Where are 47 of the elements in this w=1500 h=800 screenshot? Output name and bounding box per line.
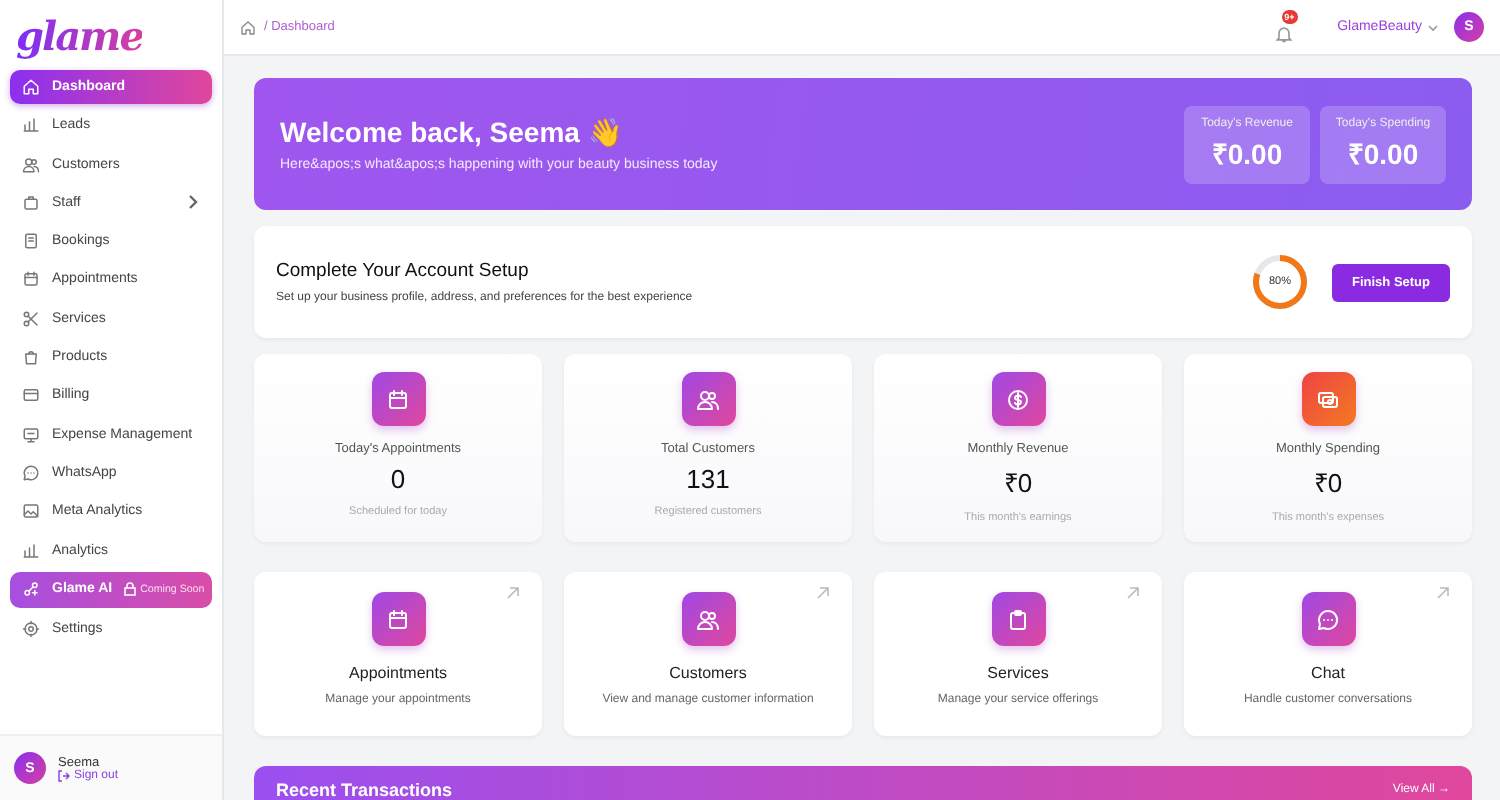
briefcase-icon bbox=[22, 193, 40, 212]
book-icon bbox=[22, 232, 40, 251]
metric-value: ₹0.00 bbox=[1211, 135, 1283, 171]
credit-card-icon bbox=[22, 386, 40, 405]
shortcut-title: Chat bbox=[1311, 664, 1345, 682]
chevron-right-icon bbox=[188, 194, 200, 211]
shortcut-title: Services bbox=[987, 664, 1049, 682]
setup-title: Complete Your Account Setup bbox=[276, 260, 531, 282]
transactions-title: Recent Transactions bbox=[276, 780, 453, 800]
lock-icon bbox=[124, 582, 137, 597]
shortcut-title: Appointments bbox=[349, 664, 447, 682]
chat-bubble-icon bbox=[1316, 607, 1340, 631]
picture-icon bbox=[22, 502, 40, 521]
nodes-icon bbox=[22, 580, 40, 599]
home-icon bbox=[240, 19, 256, 35]
stat-value: ₹0 bbox=[1003, 466, 1033, 500]
calendar-icon bbox=[386, 387, 410, 411]
people-icon bbox=[696, 387, 720, 411]
sign-out-icon bbox=[58, 769, 70, 781]
coin-icon bbox=[1006, 387, 1030, 411]
arrow-up-right-icon bbox=[1436, 586, 1450, 600]
arrow-up-right-icon bbox=[1126, 586, 1140, 600]
welcome-title: Welcome back, Seema 👋 bbox=[280, 116, 624, 148]
calendar-icon bbox=[386, 607, 410, 631]
calendar-icon bbox=[22, 270, 40, 289]
shortcut-title: Customers bbox=[669, 664, 747, 682]
banknotes-icon bbox=[1316, 387, 1340, 411]
scissors-icon bbox=[22, 309, 40, 328]
bar-chart-icon bbox=[22, 116, 40, 135]
chevron-down-icon bbox=[1428, 23, 1438, 31]
stat-value: ₹0 bbox=[1313, 466, 1343, 500]
arrow-up-right-icon bbox=[506, 586, 520, 600]
settings-icon bbox=[22, 620, 40, 639]
house-icon bbox=[22, 78, 40, 96]
clipboard-icon bbox=[1006, 607, 1030, 631]
monitor-icon bbox=[22, 425, 40, 444]
people-icon bbox=[22, 155, 40, 174]
metric-value: ₹0.00 bbox=[1347, 135, 1419, 171]
bell-icon bbox=[1273, 23, 1294, 43]
arrow-up-right-icon bbox=[816, 586, 830, 600]
people-icon bbox=[696, 607, 720, 631]
shopping-bag-icon bbox=[22, 348, 40, 367]
stat-value: 131 bbox=[686, 464, 730, 494]
stat-value: 0 bbox=[390, 464, 406, 494]
chat-bubble-icon bbox=[22, 463, 40, 482]
glame-logo[interactable]: glame bbox=[0, 0, 222, 70]
bar-chart-icon bbox=[22, 541, 40, 560]
